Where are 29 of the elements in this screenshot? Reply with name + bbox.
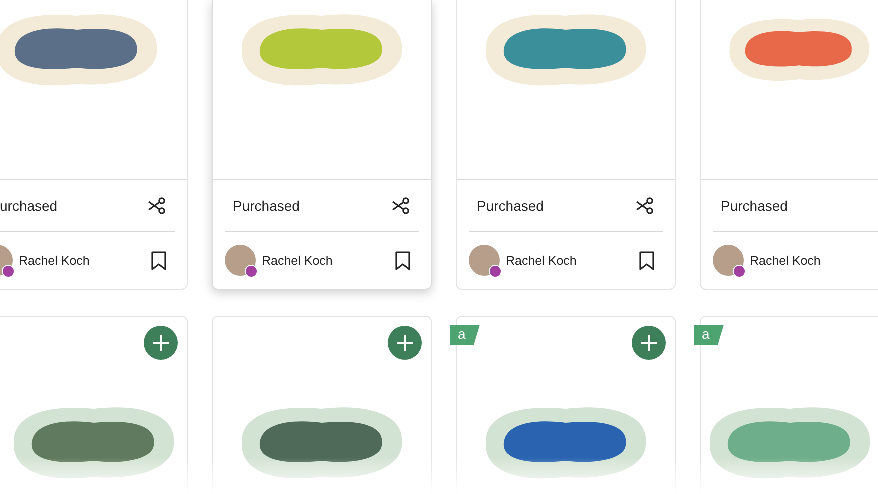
design-card[interactable]: Purchased Rachel Koch [456, 0, 676, 290]
purchase-status: urchased [0, 198, 58, 214]
author-name[interactable]: Rachel Koch [506, 254, 633, 268]
add-button[interactable] [388, 326, 422, 360]
avatar[interactable] [225, 245, 256, 276]
plus-icon [151, 333, 171, 353]
purchase-status: Purchased [477, 198, 544, 214]
bookmark-icon[interactable] [151, 250, 167, 271]
purchase-status: Purchased [721, 198, 788, 214]
author-name[interactable]: Rachel Koch [19, 254, 145, 268]
design-card[interactable]: Purchased Rachel Koch [700, 0, 878, 290]
bookmark-icon[interactable] [639, 250, 655, 271]
design-card[interactable]: urchased Rachel Koch [0, 0, 188, 290]
avatar[interactable] [713, 245, 744, 276]
design-card[interactable]: Purchased Rachel Koch [212, 0, 432, 290]
plus-icon [639, 333, 659, 353]
access-badge: a [694, 325, 724, 345]
author-name[interactable]: Rachel Koch [262, 254, 389, 268]
scissors-icon[interactable] [391, 196, 411, 216]
scissors-icon[interactable] [635, 196, 655, 216]
avatar[interactable] [469, 245, 500, 276]
scissors-icon[interactable] [147, 196, 167, 216]
add-button[interactable] [144, 326, 178, 360]
author-name[interactable]: Rachel Koch [750, 254, 858, 268]
plus-icon [395, 333, 415, 353]
access-badge: a [450, 325, 480, 345]
purchase-status: Purchased [233, 198, 300, 214]
add-button[interactable] [632, 326, 666, 360]
bookmark-icon[interactable] [395, 250, 411, 271]
